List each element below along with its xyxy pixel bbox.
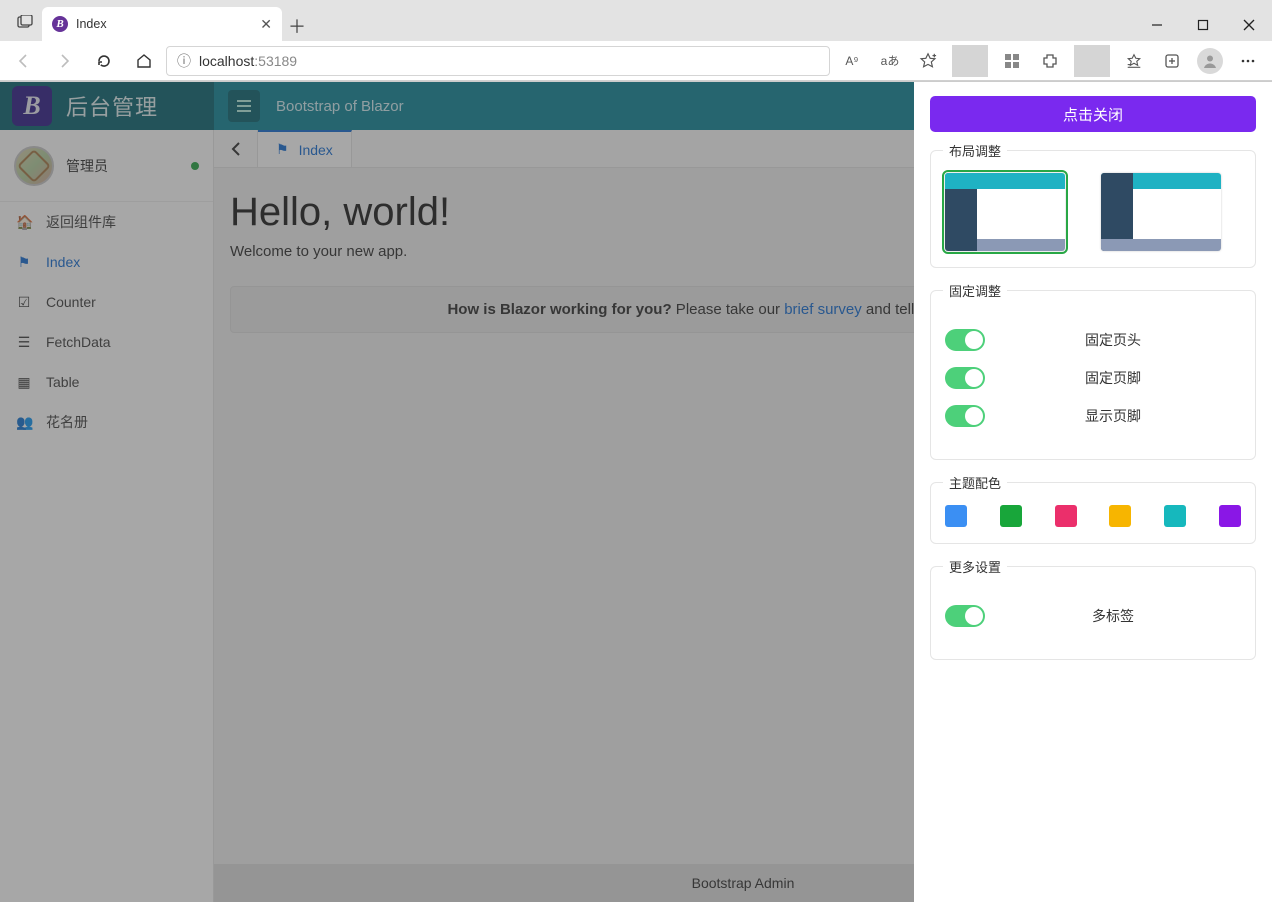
nav-refresh-button[interactable] <box>86 45 122 77</box>
extensions-icon[interactable] <box>1032 45 1068 77</box>
toggle-multi-tab[interactable] <box>945 605 985 627</box>
addrbar-tools: A⁹ aあ <box>834 45 1266 77</box>
toggle-label: 固定页头 <box>985 330 1241 350</box>
url-port: :53189 <box>254 53 297 69</box>
more-menu-button[interactable] <box>1230 45 1266 77</box>
profile-button[interactable] <box>1192 45 1228 77</box>
nav-forward-button[interactable] <box>46 45 82 77</box>
toggle-label: 固定页脚 <box>985 368 1241 388</box>
tab-strip: B Index ✕ ＋ <box>0 0 1272 41</box>
section-legend: 固定调整 <box>943 281 1007 300</box>
theme-swatch[interactable] <box>1219 505 1241 527</box>
app-launcher-icon[interactable] <box>994 45 1030 77</box>
toggle-label: 显示页脚 <box>985 406 1241 426</box>
section-more: 更多设置 多标签 <box>930 566 1256 660</box>
address-bar: ⓘ localhost:53189 A⁹ aあ <box>0 41 1272 81</box>
collections-icon[interactable] <box>1154 45 1190 77</box>
window-maximize-button[interactable] <box>1180 9 1226 41</box>
section-legend: 布局调整 <box>943 141 1007 160</box>
new-tab-button[interactable]: ＋ <box>282 11 312 41</box>
theme-swatch[interactable] <box>945 505 967 527</box>
window-minimize-button[interactable] <box>1134 9 1180 41</box>
browser-tab-active[interactable]: B Index ✕ <box>42 7 282 41</box>
window-close-button[interactable] <box>1226 9 1272 41</box>
site-info-icon[interactable]: ⓘ <box>177 51 191 71</box>
section-legend: 主题配色 <box>943 473 1007 492</box>
theme-swatch[interactable] <box>1164 505 1186 527</box>
browser-chrome: B Index ✕ ＋ ⓘ localhost:53189 A⁹ aあ <box>0 0 1272 82</box>
translate-button[interactable]: aあ <box>872 45 908 77</box>
favicon-icon: B <box>52 16 68 32</box>
favorites-list-icon[interactable] <box>1116 45 1152 77</box>
tab-title: Index <box>76 17 107 31</box>
drawer-close-button[interactable]: 点击关闭 <box>930 96 1256 132</box>
theme-swatch[interactable] <box>1109 505 1131 527</box>
tab-actions-button[interactable] <box>10 7 40 37</box>
read-aloud-button[interactable]: A⁹ <box>834 45 870 77</box>
nav-back-button[interactable] <box>6 45 42 77</box>
separator <box>952 45 988 77</box>
section-legend: 更多设置 <box>943 557 1007 576</box>
tab-close-icon[interactable]: ✕ <box>260 16 272 33</box>
theme-swatch[interactable] <box>1000 505 1022 527</box>
url-host: localhost <box>199 53 254 69</box>
layout-option-full-sidebar[interactable] <box>1101 173 1221 251</box>
url-input[interactable]: ⓘ localhost:53189 <box>166 46 830 76</box>
layout-option-wide-sidebar[interactable] <box>945 173 1065 251</box>
toggle-show-footer[interactable] <box>945 405 985 427</box>
separator <box>1074 45 1110 77</box>
toggle-fixed-footer[interactable] <box>945 367 985 389</box>
settings-drawer: 点击关闭 布局调整 固定调整 固定页头 固定页脚 <box>914 82 1272 902</box>
toggle-label: 多标签 <box>985 606 1241 626</box>
theme-swatch[interactable] <box>1055 505 1077 527</box>
app-viewport: B 后台管理 Bootstrap of Blazor 管理员 🏠 返回组件库 <box>0 82 1272 902</box>
section-fixed: 固定调整 固定页头 固定页脚 显示页脚 <box>930 290 1256 460</box>
window-controls <box>1134 9 1272 41</box>
nav-home-button[interactable] <box>126 45 162 77</box>
favorites-star-button[interactable] <box>910 45 946 77</box>
toggle-fixed-header[interactable] <box>945 329 985 351</box>
section-layout: 布局调整 <box>930 150 1256 268</box>
section-theme: 主题配色 <box>930 482 1256 544</box>
